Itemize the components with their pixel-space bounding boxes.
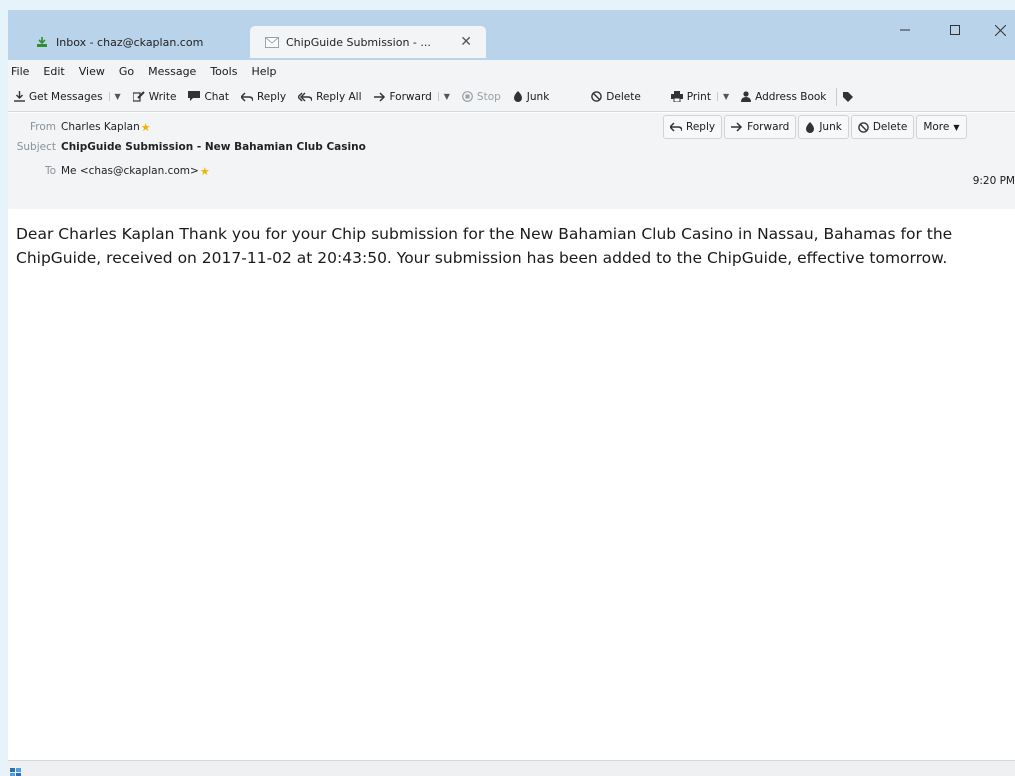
header-forward-label: Forward bbox=[747, 121, 790, 133]
flame-icon bbox=[805, 121, 815, 133]
stop-button[interactable]: Stop bbox=[462, 91, 501, 103]
print-label: Print bbox=[686, 90, 711, 103]
header-junk-button[interactable]: Junk bbox=[798, 115, 849, 139]
menu-message[interactable]: Message bbox=[147, 65, 197, 78]
person-icon bbox=[741, 91, 752, 102]
header-reply-button[interactable]: Reply bbox=[663, 115, 723, 139]
menu-tools[interactable]: Tools bbox=[209, 65, 238, 78]
maximize-button[interactable] bbox=[935, 16, 975, 44]
stop-label: Stop bbox=[476, 90, 501, 103]
menu-bar: File Edit View Go Message Tools Help bbox=[8, 60, 1015, 82]
to-value[interactable]: Me <chas@ckaplan.com> bbox=[61, 165, 199, 177]
chevron-down-icon[interactable]: ▼ bbox=[108, 92, 121, 101]
from-label: From bbox=[29, 121, 56, 133]
subject-value: ChipGuide Submission - New Bahamian Club… bbox=[61, 141, 366, 153]
reply-all-label: Reply All bbox=[316, 90, 362, 103]
subject-label: Subject bbox=[16, 141, 56, 153]
envelope-icon bbox=[262, 36, 282, 48]
reply-icon bbox=[240, 91, 253, 102]
address-book-button[interactable]: Address Book bbox=[741, 91, 826, 103]
arrow-right-icon bbox=[731, 122, 743, 132]
forward-button[interactable]: Forward ▼ bbox=[373, 90, 450, 103]
arrow-right-icon bbox=[373, 91, 386, 102]
write-label: Write bbox=[148, 90, 177, 103]
close-window-button[interactable] bbox=[980, 16, 1015, 44]
flame-icon bbox=[513, 91, 523, 102]
chevron-down-icon[interactable]: ▼ bbox=[437, 92, 450, 101]
header-delete-button[interactable]: Delete bbox=[850, 115, 915, 139]
junk-label: Junk bbox=[526, 90, 550, 103]
printer-icon bbox=[670, 91, 683, 102]
header-reply-label: Reply bbox=[686, 121, 716, 133]
status-bar bbox=[8, 760, 1015, 776]
tab-inbox-label: Inbox - chaz@ckaplan.com bbox=[56, 35, 204, 49]
junk-button[interactable]: Junk bbox=[513, 90, 550, 103]
to-row: To Me <chas@ckaplan.com> ★ bbox=[8, 161, 210, 181]
menu-view[interactable]: View bbox=[78, 65, 106, 78]
header-junk-label: Junk bbox=[819, 121, 842, 133]
tag-button[interactable] bbox=[843, 91, 857, 102]
forward-label: Forward bbox=[389, 90, 432, 103]
chevron-down-icon[interactable]: ▼ bbox=[716, 92, 729, 101]
menu-file[interactable]: File bbox=[10, 65, 30, 78]
from-row: From Charles Kaplan ★ bbox=[8, 117, 151, 137]
to-label: To bbox=[44, 165, 56, 177]
title-bar: Inbox - chaz@ckaplan.com ChipGuide Submi… bbox=[8, 10, 1015, 60]
tab-inbox[interactable]: Inbox - chaz@ckaplan.com bbox=[22, 26, 248, 58]
subject-row: Subject ChipGuide Submission - New Baham… bbox=[8, 137, 366, 157]
online-status-icon[interactable] bbox=[10, 763, 22, 776]
message-body: Dear Charles Kaplan Thank you for your C… bbox=[16, 225, 953, 267]
star-icon[interactable]: ★ bbox=[141, 121, 151, 134]
chat-label: Chat bbox=[204, 90, 229, 103]
star-icon[interactable]: ★ bbox=[200, 165, 210, 178]
get-messages-label: Get Messages bbox=[29, 90, 103, 103]
write-button[interactable]: Write bbox=[132, 90, 177, 103]
tab-message-label: ChipGuide Submission - ... bbox=[286, 35, 431, 49]
pencil-icon bbox=[132, 91, 145, 102]
header-more-label: More bbox=[923, 121, 950, 133]
from-value[interactable]: Charles Kaplan bbox=[61, 121, 140, 133]
address-book-label: Address Book bbox=[755, 90, 827, 103]
tab-message[interactable]: ChipGuide Submission - ... ✕ bbox=[250, 26, 486, 58]
menu-edit[interactable]: Edit bbox=[42, 65, 65, 78]
header-delete-label: Delete bbox=[872, 121, 908, 133]
inbox-icon bbox=[32, 36, 52, 48]
minimize-button[interactable] bbox=[885, 16, 925, 44]
delete-button[interactable]: Delete bbox=[591, 91, 641, 103]
delete-icon bbox=[858, 121, 869, 133]
toolbar-separator bbox=[836, 87, 838, 106]
delete-icon bbox=[591, 91, 603, 102]
reply-icon bbox=[670, 122, 682, 132]
print-button[interactable]: Print ▼ bbox=[670, 90, 729, 103]
main-toolbar: Get Messages ▼ Write Chat Reply Reply Al… bbox=[8, 82, 1015, 112]
chat-bubble-icon bbox=[188, 91, 201, 102]
mail-window: Inbox - chaz@ckaplan.com ChipGuide Submi… bbox=[8, 10, 1015, 776]
header-forward-button[interactable]: Forward bbox=[724, 115, 797, 139]
reply-label: Reply bbox=[256, 90, 287, 103]
reply-button[interactable]: Reply bbox=[240, 90, 287, 103]
menu-go[interactable]: Go bbox=[118, 65, 135, 78]
stop-icon bbox=[462, 91, 473, 102]
message-header: From Charles Kaplan ★ Subject ChipGuide … bbox=[8, 113, 1015, 209]
message-date: 9:20 PM bbox=[972, 175, 1015, 187]
chevron-down-icon: ▼ bbox=[953, 122, 960, 132]
chat-button[interactable]: Chat bbox=[188, 91, 229, 103]
get-messages-button[interactable]: Get Messages ▼ bbox=[14, 91, 121, 103]
header-more-button[interactable]: More ▼ bbox=[916, 115, 967, 139]
reply-all-button[interactable]: Reply All bbox=[298, 90, 362, 103]
download-icon bbox=[14, 91, 25, 102]
tag-icon bbox=[843, 91, 854, 102]
close-tab-icon[interactable]: ✕ bbox=[460, 34, 472, 50]
delete-label: Delete bbox=[606, 90, 641, 103]
menu-help[interactable]: Help bbox=[250, 65, 277, 78]
header-actions: Reply Forward Junk Delete More ▼ bbox=[663, 115, 969, 139]
reply-all-icon bbox=[298, 92, 313, 102]
